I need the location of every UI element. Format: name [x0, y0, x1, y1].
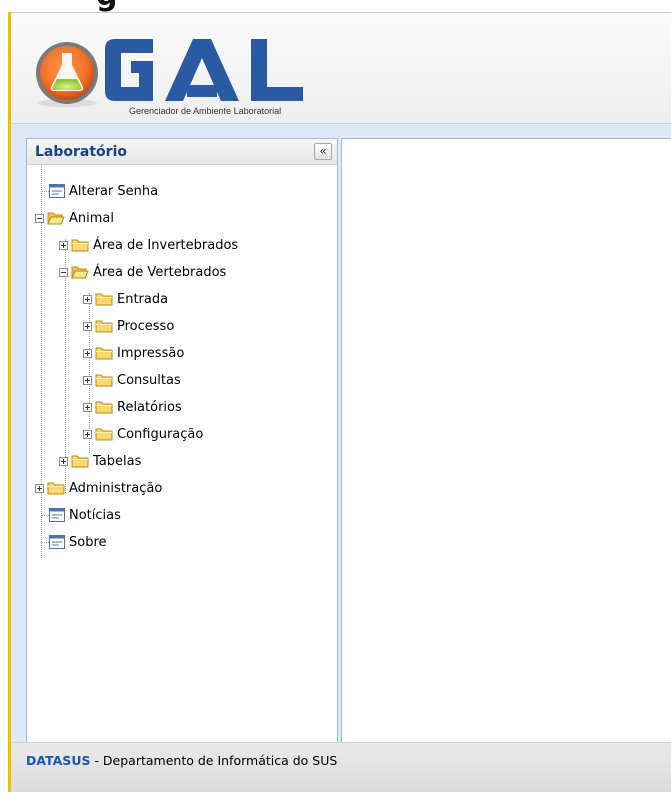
- tree-item-label: Tabelas: [93, 453, 142, 469]
- navigation-tree: Alterar Senha Animal Área de Invertebrad…: [27, 165, 337, 743]
- tree-item-label: Área de Invertebrados: [93, 237, 239, 253]
- sidebar-header: Laboratório «: [27, 139, 337, 165]
- expand-icon[interactable]: [59, 240, 68, 250]
- tree-item-label: Sobre: [69, 534, 107, 550]
- folder-icon: [95, 374, 113, 387]
- sidebar-title: Laboratório: [35, 144, 127, 160]
- tree-item-label: Consultas: [117, 372, 181, 388]
- document-icon: [49, 508, 65, 522]
- app-frame: Gerenciador de Ambiente Laboratorial Lab…: [8, 12, 671, 792]
- gal-logo: Gerenciador de Ambiente Laboratorial: [35, 29, 355, 123]
- folder-icon: [71, 239, 89, 252]
- expand-icon[interactable]: [83, 375, 92, 385]
- tree-item-label: Alterar Senha: [69, 183, 159, 199]
- double-chevron-left-icon: «: [319, 144, 327, 158]
- expand-icon[interactable]: [83, 429, 92, 439]
- main-content-panel: [341, 138, 671, 744]
- sidebar-panel: Laboratório « Alterar Senha Animal Área …: [26, 138, 338, 744]
- tree-item-impressao[interactable]: Impressão: [83, 343, 184, 363]
- tree-item-entrada[interactable]: Entrada: [83, 289, 168, 309]
- expand-icon[interactable]: [35, 483, 44, 493]
- tree-item-relatorios[interactable]: Relatórios: [83, 397, 182, 417]
- folder-open-icon: [71, 266, 89, 279]
- footer-brand: DATASUS: [26, 753, 91, 768]
- folder-icon: [95, 293, 113, 306]
- document-icon: [49, 535, 65, 549]
- tree-item-administracao[interactable]: Administração: [35, 478, 162, 498]
- tree-item-alterar-senha[interactable]: Alterar Senha: [35, 181, 158, 201]
- expand-icon[interactable]: [59, 456, 68, 466]
- tree-item-label: Área de Vertebrados: [93, 264, 227, 280]
- expand-icon[interactable]: [83, 321, 92, 331]
- page-heading-text: g: [96, 0, 117, 12]
- tree-item-tabelas[interactable]: Tabelas: [59, 451, 141, 471]
- folder-icon: [95, 401, 113, 414]
- folder-icon: [95, 428, 113, 441]
- tree-item-sobre[interactable]: Sobre: [35, 532, 107, 552]
- tree-item-label: Relatórios: [117, 399, 182, 415]
- folder-icon: [95, 347, 113, 360]
- folder-icon: [47, 482, 65, 495]
- tree-item-label: Administração: [69, 480, 163, 496]
- app-header: Gerenciador de Ambiente Laboratorial: [11, 12, 671, 124]
- tree-item-label: Processo: [117, 318, 175, 334]
- tree-item-noticias[interactable]: Notícias: [35, 505, 121, 525]
- tree-item-label: Notícias: [69, 507, 121, 523]
- tree-item-label: Configuração: [117, 426, 204, 442]
- document-icon: [49, 184, 65, 198]
- collapse-icon[interactable]: [35, 213, 44, 223]
- logo-tagline: Gerenciador de Ambiente Laboratorial: [129, 106, 282, 116]
- folder-icon: [71, 455, 89, 468]
- tree-item-label: Animal: [69, 210, 114, 226]
- tree-item-area-invertebrados[interactable]: Área de Invertebrados: [59, 235, 238, 255]
- tree-item-area-vertebrados[interactable]: Área de Vertebrados: [59, 262, 226, 282]
- tree-item-animal[interactable]: Animal: [35, 208, 114, 228]
- collapse-icon[interactable]: [59, 267, 68, 277]
- folder-open-icon: [47, 212, 65, 225]
- tree-item-processo[interactable]: Processo: [83, 316, 174, 336]
- page-heading-fragment: g: [0, 0, 671, 12]
- tree-item-consultas[interactable]: Consultas: [83, 370, 181, 390]
- app-footer: DATASUS - Departamento de Informática do…: [11, 742, 671, 792]
- tree-item-configuracao[interactable]: Configuração: [83, 424, 203, 444]
- expand-icon[interactable]: [83, 294, 92, 304]
- footer-text: DATASUS - Departamento de Informática do…: [26, 753, 337, 768]
- expand-icon[interactable]: [83, 402, 92, 412]
- tree-item-label: Entrada: [117, 291, 169, 307]
- expand-icon[interactable]: [83, 348, 92, 358]
- folder-icon: [95, 320, 113, 333]
- footer-description: - Departamento de Informática do SUS: [90, 753, 338, 768]
- tree-item-label: Impressão: [117, 345, 185, 361]
- collapse-sidebar-button[interactable]: «: [314, 143, 332, 160]
